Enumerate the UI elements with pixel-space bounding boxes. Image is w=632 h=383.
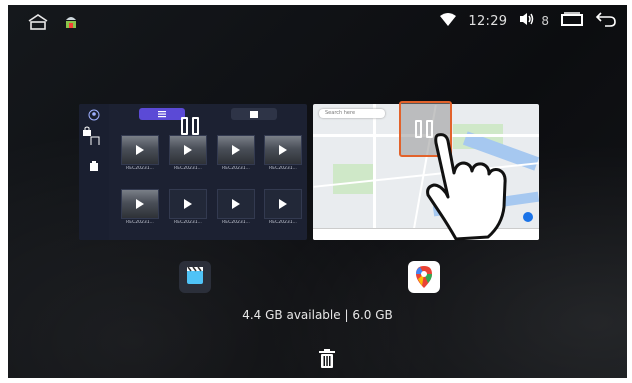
play-icon <box>232 145 240 155</box>
play-icon <box>184 199 192 209</box>
thumbnail[interactable]: REC20231... <box>169 189 207 229</box>
thumbnail-label: REC20231... <box>222 166 250 171</box>
folder-tab-icon <box>250 111 258 118</box>
thumbnail[interactable]: REC20231... <box>169 135 207 175</box>
thumbnail[interactable]: REC20231... <box>217 189 255 229</box>
status-bar: 12:29 8 <box>8 5 627 39</box>
volume-level: 8 <box>541 14 549 28</box>
clock: 12:29 <box>468 13 508 29</box>
file-icon <box>90 161 98 171</box>
tap-hand-icon <box>426 133 507 241</box>
thumbnail[interactable]: REC20231... <box>264 189 302 229</box>
bracket-icon <box>90 136 100 145</box>
lock-icon <box>83 126 91 136</box>
thumbnail[interactable]: REC20231... <box>121 135 159 175</box>
thumbnail-label: REC20231... <box>269 166 297 171</box>
android-debug-icon <box>64 14 78 34</box>
recents-screen: 12:29 8 REC20231... REC20231... REC20231… <box>8 5 627 378</box>
thumbnail-label: REC20231... <box>174 166 202 171</box>
google-maps-app-icon[interactable] <box>408 261 440 293</box>
play-icon <box>279 199 287 209</box>
recorder-sidebar <box>79 104 109 240</box>
list-tab-icon <box>158 111 166 118</box>
home-icon[interactable] <box>28 14 48 34</box>
split-screen-icon[interactable] <box>179 115 203 137</box>
play-icon <box>136 145 144 155</box>
thumbnail-label: REC20231... <box>126 166 154 171</box>
clear-all-button[interactable] <box>314 346 340 372</box>
folder-tab[interactable] <box>231 108 277 120</box>
trash-icon <box>319 349 335 368</box>
play-icon <box>279 145 287 155</box>
recording-thumbnails: REC20231... REC20231... REC20231... REC2… <box>121 135 306 235</box>
thumbnail[interactable]: REC20231... <box>121 189 159 229</box>
back-icon[interactable] <box>595 11 617 31</box>
wifi-icon <box>440 12 457 30</box>
play-icon <box>136 199 144 209</box>
thumbnail-label: REC20231... <box>174 220 202 225</box>
volume-icon[interactable] <box>519 12 535 30</box>
thumbnail-label: REC20231... <box>269 220 297 225</box>
location-button[interactable] <box>523 212 533 222</box>
play-icon <box>184 145 192 155</box>
thumbnail-label: REC20231... <box>222 220 250 225</box>
recent-apps-icon[interactable] <box>561 12 583 30</box>
thumbnail[interactable]: REC20231... <box>264 135 302 175</box>
thumbnail-label: REC20231... <box>126 220 154 225</box>
maps-search-box[interactable]: Search here <box>319 109 385 118</box>
thumbnail[interactable]: REC20231... <box>217 135 255 175</box>
storage-info: 4.4 GB available | 6.0 GB <box>242 308 393 322</box>
recorder-app-icon[interactable] <box>179 261 211 293</box>
play-icon <box>232 199 240 209</box>
user-icon <box>88 109 100 121</box>
